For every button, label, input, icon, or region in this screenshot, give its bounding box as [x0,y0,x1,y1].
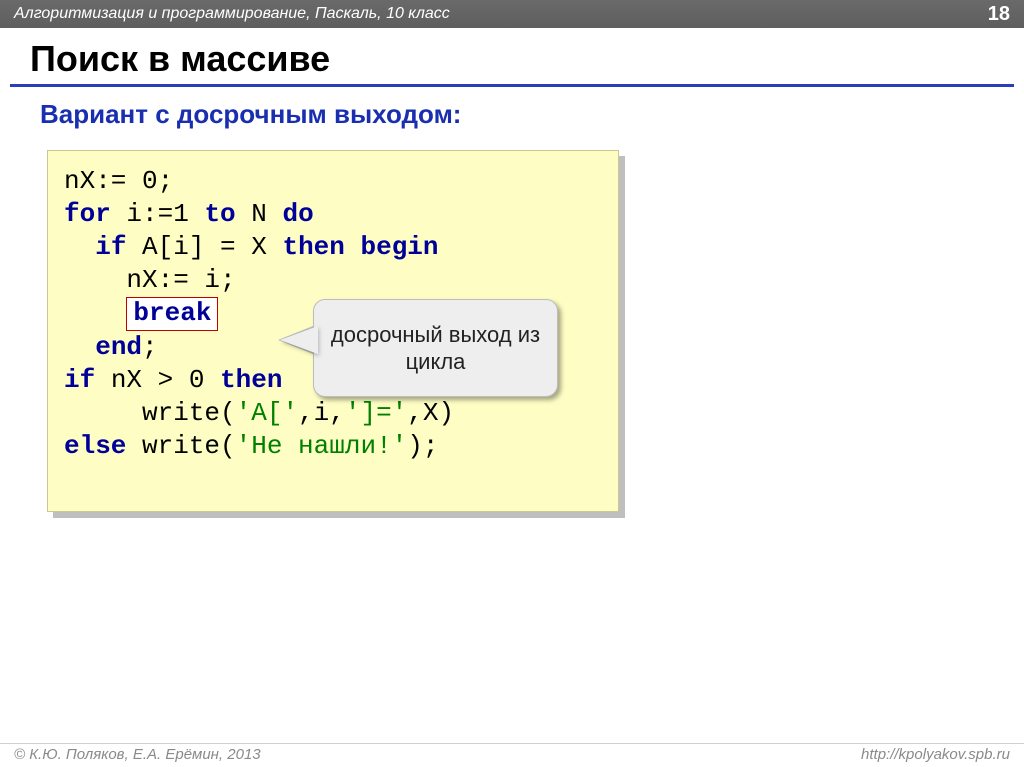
callout-text: досрочный выход из цикла [314,321,557,375]
footer: © К.Ю. Поляков, Е.А. Ерёмин, 2013 http:/… [0,743,1024,767]
callout-bubble: досрочный выход из цикла [313,299,558,397]
code-line: for i:=1 to N do [64,198,602,231]
breadcrumb: Алгоритмизация и программирование, Паска… [14,5,450,23]
code-line: write('A[',i,']=',X) [64,397,602,430]
subtitle: Вариант с досрочным выходом: [40,99,1024,130]
callout-tail [280,326,318,354]
code-block: nX:= 0; for i:=1 to N do if A[i] = X the… [47,150,619,512]
page-number: 18 [988,3,1010,26]
code-block-wrap: nX:= 0; for i:=1 to N do if A[i] = X the… [47,150,619,512]
code-line: nX:= 0; [64,165,602,198]
footer-copyright: © К.Ю. Поляков, Е.А. Ерёмин, 2013 [14,746,261,763]
page-title: Поиск в массиве [30,38,1024,80]
slide: Алгоритмизация и программирование, Паска… [0,0,1024,767]
footer-url: http://kpolyakov.spb.ru [861,746,1010,763]
code-line: if A[i] = X then begin [64,231,602,264]
code-line: nX:= i; [64,264,602,297]
break-highlight: break [126,297,218,331]
title-underline [10,84,1014,87]
header-bar: Алгоритмизация и программирование, Паска… [0,0,1024,28]
code-line: else write('Не нашли!'); [64,430,602,463]
